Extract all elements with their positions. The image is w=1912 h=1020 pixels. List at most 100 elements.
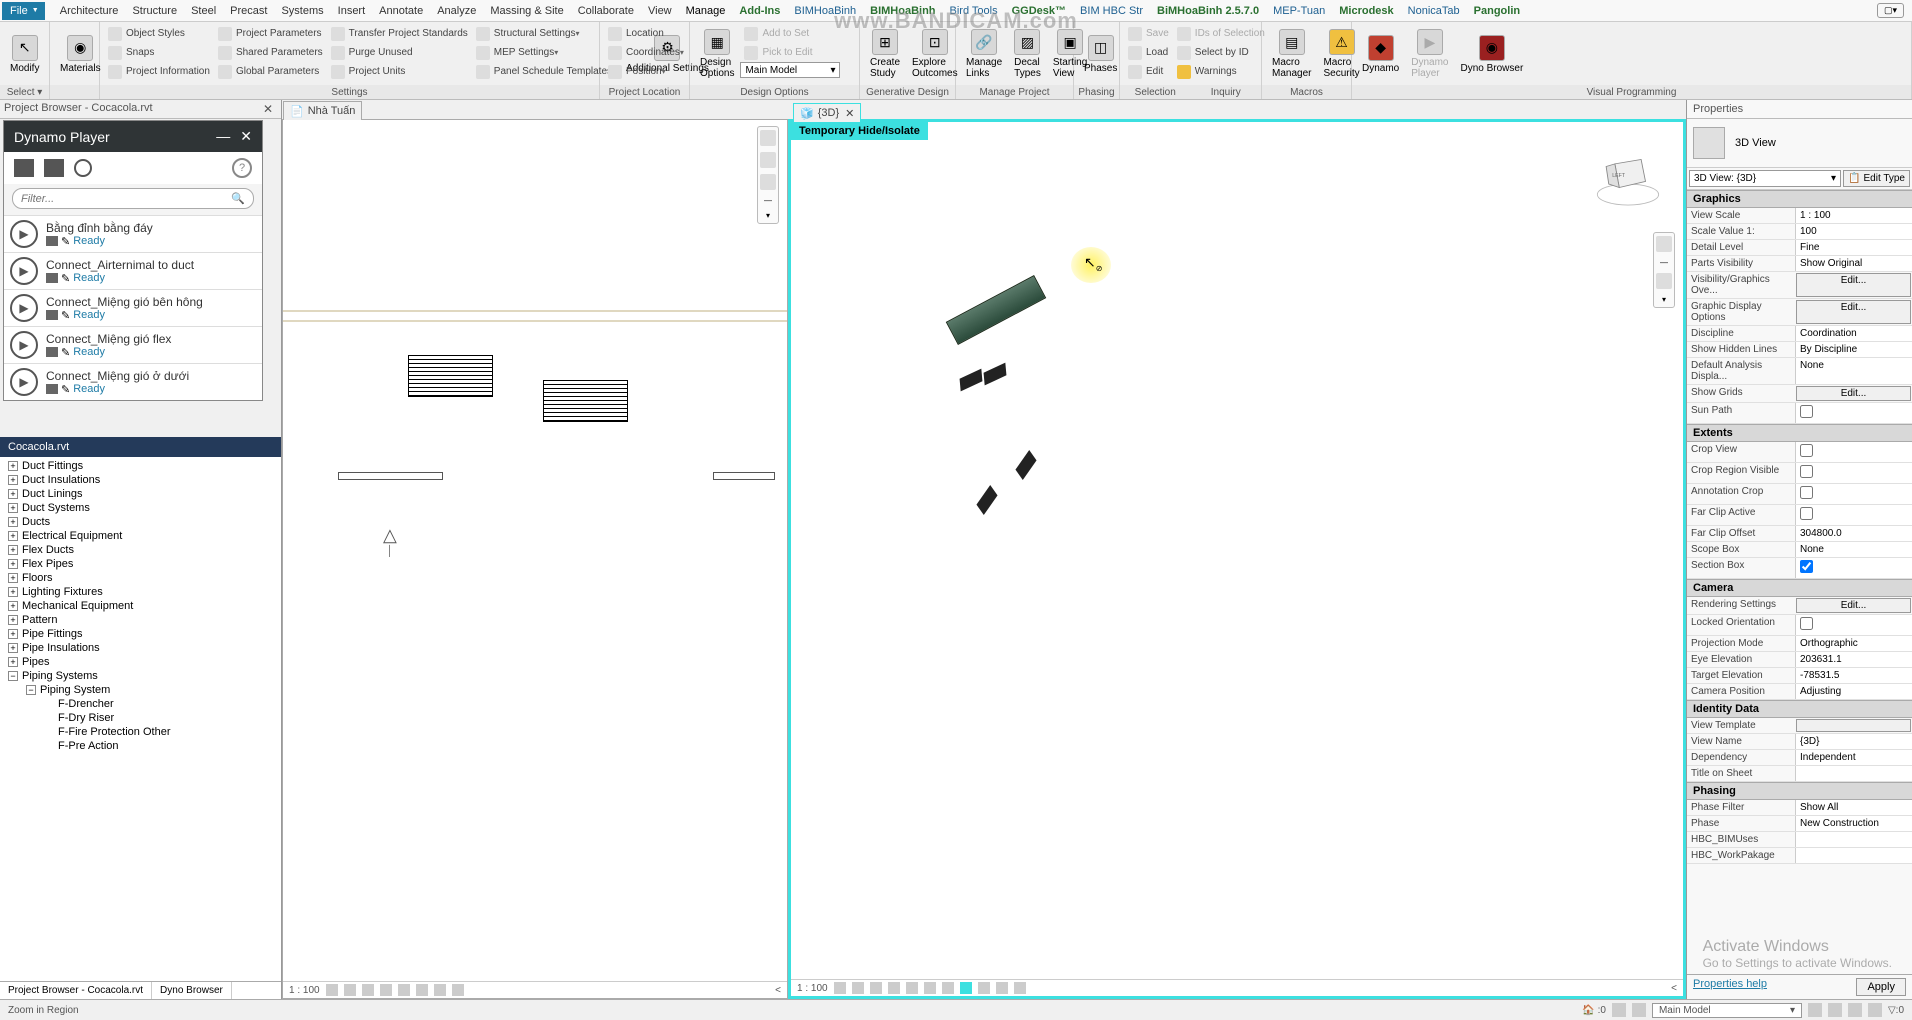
canvas-3d[interactable]: — ▾ LEFT ↖⊘ <box>791 122 1683 979</box>
filter-count[interactable]: ▽:0 <box>1888 1005 1904 1016</box>
options-icon[interactable] <box>46 310 58 320</box>
add-to-set-button[interactable]: Add to Set <box>740 24 840 43</box>
ribbon-tab-microdesk[interactable]: Microdesk <box>1332 2 1400 20</box>
tree-node[interactable]: +Pipes <box>0 655 281 669</box>
property-value[interactable] <box>1795 505 1912 525</box>
visual-style-icon[interactable] <box>344 984 356 996</box>
dynamo-player-titlebar[interactable]: Dynamo Player — ✕ <box>4 121 262 152</box>
crop-region-icon[interactable] <box>416 984 428 996</box>
ribbon-tab-steel[interactable]: Steel <box>184 2 223 20</box>
expand-icon[interactable]: + <box>8 503 18 513</box>
property-group-header[interactable]: Identity Data <box>1687 700 1912 718</box>
help-icon[interactable]: ? <box>232 158 252 178</box>
tree-node[interactable]: +Pipe Insulations <box>0 641 281 655</box>
edit-script-icon[interactable]: ✎ <box>61 383 70 396</box>
property-edit-button[interactable]: Edit... <box>1796 273 1911 297</box>
ribbon-tab-precast[interactable]: Precast <box>223 2 274 20</box>
expand-icon[interactable]: + <box>8 643 18 653</box>
run-script-button[interactable] <box>10 220 38 248</box>
search-icon[interactable]: 🔍 <box>231 192 245 205</box>
transfer-standards-button[interactable]: Transfer Project Standards <box>327 24 472 43</box>
property-value[interactable]: Adjusting <box>1795 684 1912 699</box>
shadows-icon[interactable] <box>380 984 392 996</box>
expand-icon[interactable]: + <box>8 475 18 485</box>
location-button[interactable]: Location <box>604 24 688 43</box>
expand-icon[interactable]: + <box>8 601 18 611</box>
nav-zoom-icon[interactable] <box>1656 273 1672 289</box>
expand-icon[interactable]: + <box>8 531 18 541</box>
folder-icon[interactable] <box>14 159 34 177</box>
ribbon-tab-insert[interactable]: Insert <box>331 2 373 20</box>
diffuser-4[interactable] <box>976 485 997 515</box>
options-icon[interactable] <box>46 236 58 246</box>
view-tab-3d[interactable]: 🧊 {3D}✕ <box>793 103 861 122</box>
close-panel-icon[interactable]: ✕ <box>263 102 273 116</box>
property-group-header[interactable]: Phasing <box>1687 782 1912 800</box>
tree-node[interactable]: −Piping System <box>0 683 281 697</box>
property-group-header[interactable]: Graphics <box>1687 190 1912 208</box>
ribbon-tab-massingsite[interactable]: Massing & Site <box>483 2 570 20</box>
crop-region-icon[interactable] <box>942 982 954 994</box>
ribbon-tab-meptuan[interactable]: MEP-Tuan <box>1266 2 1332 20</box>
properties-help-link[interactable]: Properties help <box>1693 978 1767 996</box>
save-sel-button[interactable]: Save <box>1124 24 1173 43</box>
coordinates-button[interactable]: Coordinates <box>604 43 688 62</box>
position-button[interactable]: Position <box>604 62 688 81</box>
project-units-button[interactable]: Project Units <box>327 62 472 81</box>
ribbon-tab-collaborate[interactable]: Collaborate <box>571 2 641 20</box>
tree-node[interactable]: F-Fire Protection Other <box>0 725 281 739</box>
property-value[interactable] <box>1795 848 1912 863</box>
options-icon[interactable] <box>46 384 58 394</box>
property-value[interactable]: 1 : 100 <box>1795 208 1912 223</box>
design-options-button[interactable]: ▦ Design Options <box>694 24 740 84</box>
dynamo-button[interactable]: ◆Dynamo <box>1356 24 1405 84</box>
snaps-button[interactable]: Snaps <box>104 43 214 62</box>
dyno-browser-button[interactable]: ◉Dyno Browser <box>1455 24 1530 84</box>
sun-path-icon[interactable] <box>870 982 882 994</box>
options-icon[interactable] <box>46 347 58 357</box>
reveal-icon[interactable] <box>978 982 990 994</box>
hide-isolate-active-icon[interactable] <box>960 982 972 994</box>
property-edit-button[interactable] <box>1796 719 1911 732</box>
tree-node[interactable]: +Duct Insulations <box>0 473 281 487</box>
property-value[interactable]: Show All <box>1795 800 1912 815</box>
tree-node[interactable]: +Floors <box>0 571 281 585</box>
tree-node[interactable]: +Lighting Fixtures <box>0 585 281 599</box>
property-checkbox[interactable] <box>1800 560 1813 573</box>
sb-icon-3[interactable] <box>1808 1003 1822 1017</box>
macro-manager-button[interactable]: ▤Macro Manager <box>1266 24 1317 84</box>
ribbon-tab-analyze[interactable]: Analyze <box>430 2 483 20</box>
tree-node[interactable]: F-Drencher <box>0 697 281 711</box>
instance-selector[interactable]: 3D View: {3D}▾ <box>1689 170 1841 187</box>
expand-icon[interactable]: + <box>8 461 18 471</box>
sb-icon-4[interactable] <box>1828 1003 1842 1017</box>
expand-icon[interactable]: + <box>8 657 18 667</box>
materials-button[interactable]: ◉ Materials <box>54 24 107 84</box>
reveal-icon[interactable] <box>452 984 464 996</box>
nav-home-icon[interactable] <box>760 152 776 168</box>
edit-script-icon[interactable]: ✎ <box>61 346 70 359</box>
tree-node[interactable]: +Ducts <box>0 515 281 529</box>
view-cube[interactable]: LEFT <box>1593 142 1663 212</box>
property-checkbox[interactable] <box>1800 507 1813 520</box>
duct-segment[interactable] <box>946 275 1047 345</box>
minimize-icon[interactable]: — <box>216 128 230 145</box>
ribbon-tab-manage[interactable]: Manage <box>679 2 733 20</box>
pick-to-edit-button[interactable]: Pick to Edit <box>740 43 840 62</box>
workset-combo[interactable]: Main Model▾ <box>1652 1003 1802 1018</box>
shared-parameters-button[interactable]: Shared Parameters <box>214 43 327 62</box>
phases-button[interactable]: ◫Phases <box>1078 24 1123 84</box>
ribbon-tab-annotate[interactable]: Annotate <box>372 2 430 20</box>
property-checkbox[interactable] <box>1800 617 1813 630</box>
property-value[interactable]: {3D} <box>1795 734 1912 749</box>
tree-node[interactable]: +Electrical Equipment <box>0 529 281 543</box>
filter-input[interactable] <box>21 192 231 205</box>
floorplan-canvas[interactable]: — ▾ △│ <box>283 120 787 981</box>
run-script-button[interactable] <box>10 294 38 322</box>
expand-icon[interactable]: + <box>8 629 18 639</box>
property-edit-button[interactable]: Edit... <box>1796 598 1911 613</box>
options-icon[interactable] <box>46 273 58 283</box>
nav-zoom-icon[interactable] <box>760 174 776 190</box>
warnings-button[interactable]: Warnings <box>1173 62 1269 81</box>
property-value[interactable]: Independent <box>1795 750 1912 765</box>
